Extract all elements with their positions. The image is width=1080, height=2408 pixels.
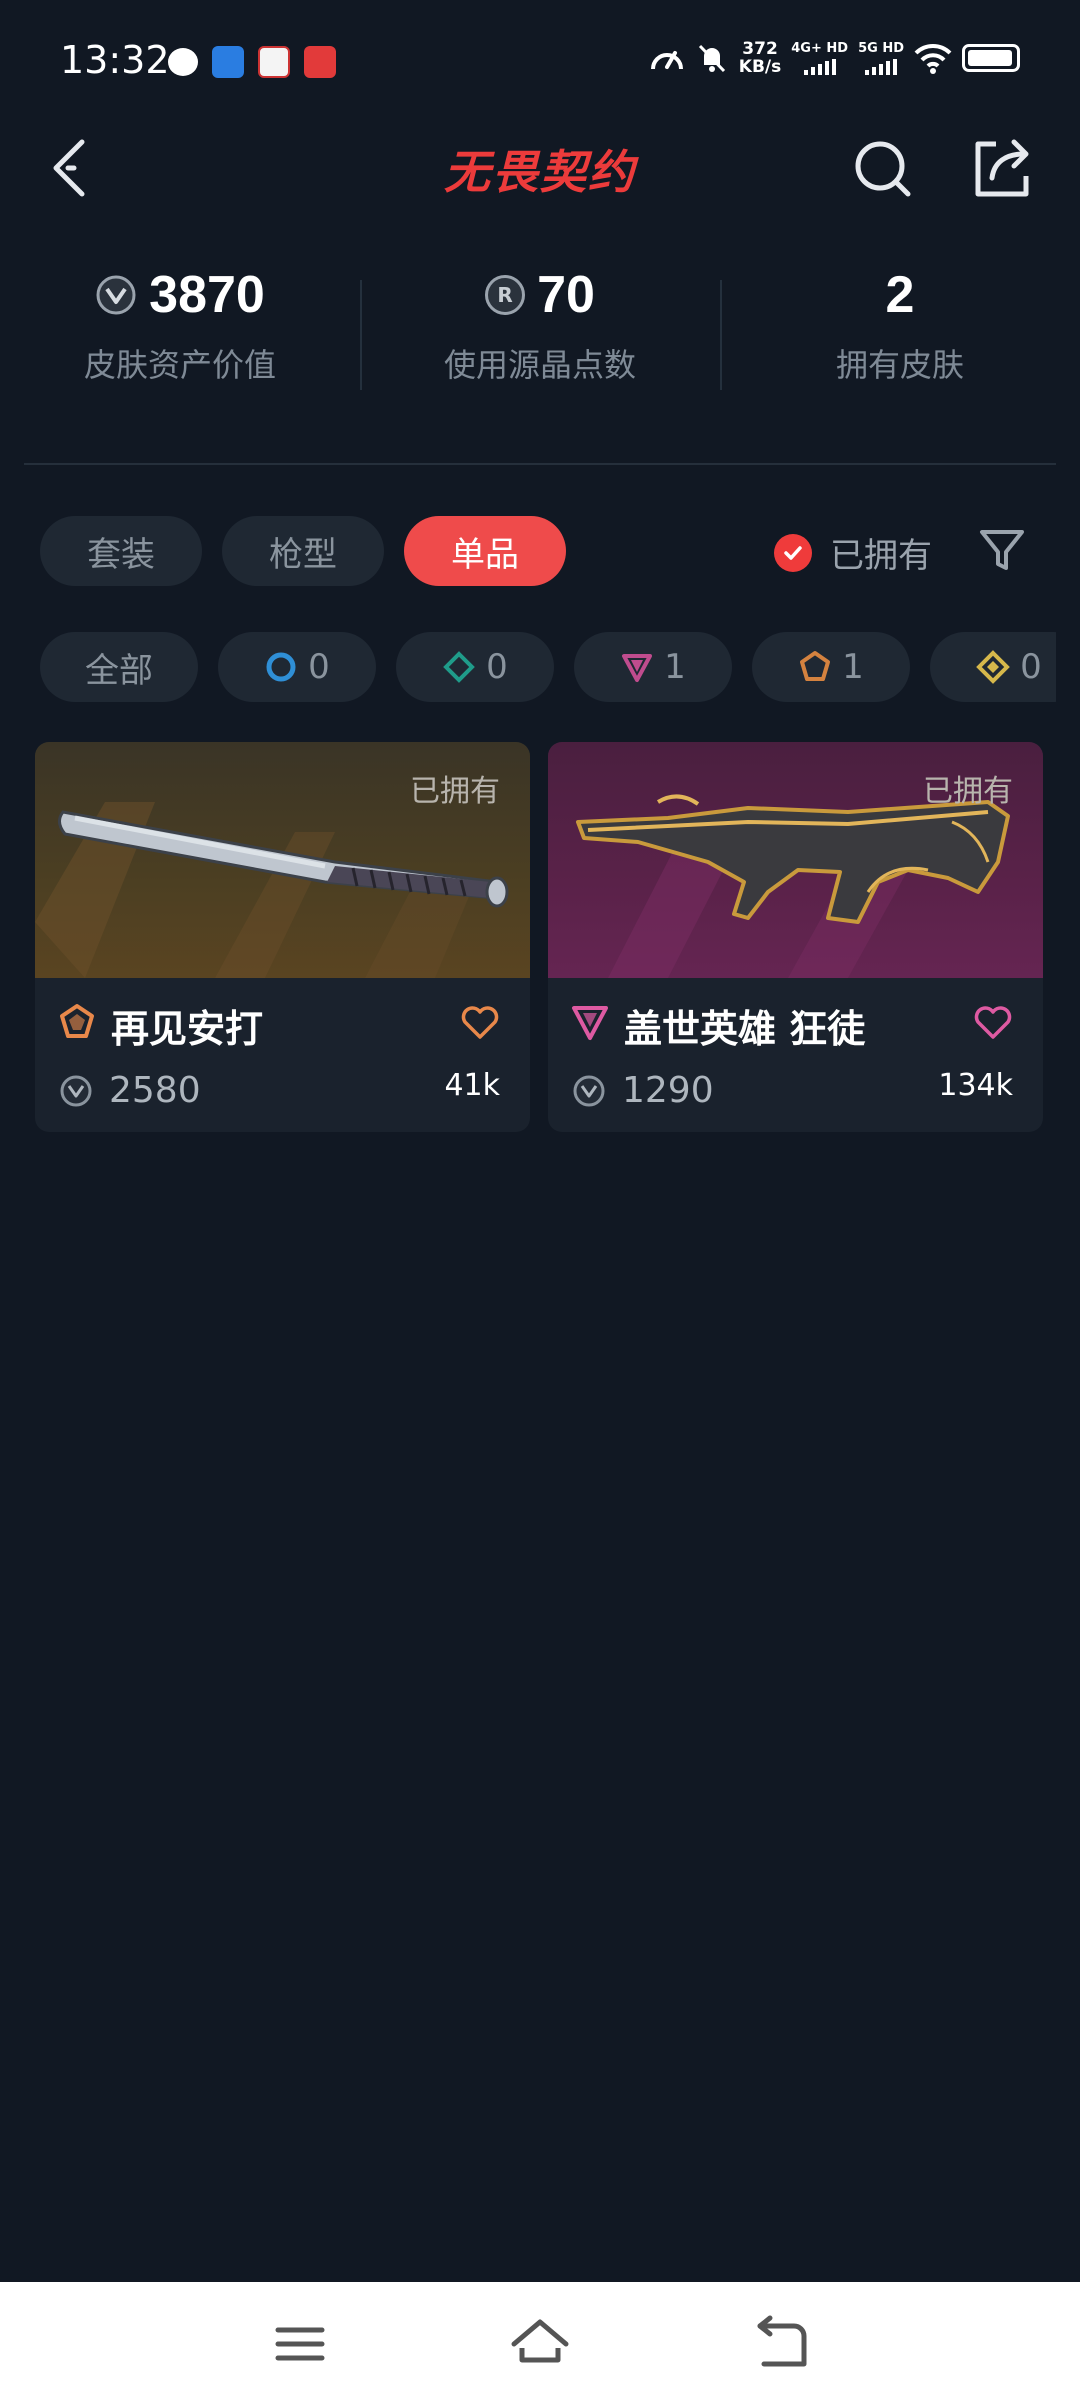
rarity-chip-count: 1 [842, 647, 864, 687]
status-time: 13:32 [60, 38, 170, 82]
asset-stats: 3870 皮肤资产价值 R 70 使用源晶点数 2 拥有皮肤 [0, 260, 1080, 420]
radianite-icon: R [485, 275, 526, 315]
rarity-chip-count: 0 [1020, 647, 1042, 687]
net-speed-unit: KB/s [738, 57, 782, 77]
home-icon[interactable] [508, 2312, 572, 2376]
like-count: 134k [938, 1068, 1013, 1103]
stat-asset-value: 3870 皮肤资产价值 [0, 260, 360, 420]
signal-4g: 4G+ HD [791, 41, 848, 75]
price-row: 2580 [59, 1070, 201, 1111]
signal-bars-icon [865, 59, 898, 75]
back-nav-icon[interactable] [748, 2312, 812, 2376]
skin-card[interactable]: 已拥有 再见安打 2580 41k [35, 742, 530, 1132]
battery-icon [962, 44, 1020, 72]
vp-coin-icon [573, 1075, 605, 1106]
menu-icon[interactable] [268, 2312, 332, 2376]
network-speed: 372 KB/s [739, 40, 781, 76]
rarity-chip-exclusive[interactable]: 1 [752, 632, 910, 702]
signal-5g-label: 5G HD [858, 41, 904, 56]
exclusive-edition-icon [800, 651, 831, 681]
app-title: 无畏契约 [444, 145, 636, 199]
exclusive-edition-icon [60, 1004, 94, 1038]
skin-info: 盖世英雄 狂徒 1290 134k [548, 978, 1043, 1132]
rarity-chip-count: 1 [664, 647, 686, 687]
check-icon [774, 533, 812, 572]
rarity-chip-deluxe[interactable]: 0 [396, 632, 554, 702]
net-speed-value: 372 [742, 39, 778, 59]
rarity-chip-label: 全部 [85, 650, 153, 691]
signal-5g: 5G HD [858, 41, 904, 75]
status-indicators: 372 KB/s 4G+ HD 5G HD [649, 40, 1020, 76]
owned-toggle[interactable]: 已拥有 [774, 528, 932, 577]
status-bar: 13:32 372 KB/s 4G+ HD 5G HD [0, 0, 1080, 120]
signal-4g-label: 4G+ HD [791, 41, 849, 56]
system-nav-bar [0, 2282, 1080, 2408]
owned-skins-count: 2 [885, 266, 915, 324]
owned-tag: 已拥有 [923, 774, 1013, 809]
radianite-value: 70 [537, 266, 595, 324]
skin-image: 已拥有 [548, 742, 1043, 978]
game-notification-icon [304, 46, 336, 78]
rarity-filter-row[interactable]: 全部 0 0 1 1 0 [40, 632, 1056, 702]
skin-name: 盖世英雄 狂徒 [624, 1007, 866, 1051]
rarity-chip-all[interactable]: 全部 [40, 632, 198, 702]
rarity-chip-select[interactable]: 0 [218, 632, 376, 702]
app-header: 无畏契约 [0, 120, 1080, 220]
tab-weapon-type[interactable]: 枪型 [222, 516, 384, 586]
share-icon[interactable] [966, 132, 1038, 204]
ultra-edition-icon [976, 650, 1011, 684]
like-count: 41k [444, 1068, 500, 1103]
skin-image: 已拥有 [35, 742, 530, 978]
asset-value: 3870 [149, 266, 265, 324]
divider [24, 463, 1056, 465]
tab-bundle[interactable]: 套装 [40, 516, 202, 586]
rarity-chip-premium[interactable]: 1 [574, 632, 732, 702]
chat-notification-icon [168, 48, 198, 76]
category-tabs: 套装 枪型 单品 [40, 516, 566, 586]
deluxe-edition-icon [443, 651, 476, 683]
stat-radianite: R 70 使用源晶点数 [360, 260, 720, 420]
owned-tag: 已拥有 [410, 774, 500, 809]
filter-icon[interactable] [976, 524, 1028, 576]
search-icon[interactable] [848, 134, 918, 204]
rarity-chip-count: 0 [308, 647, 330, 687]
wifi-icon [914, 43, 952, 74]
owned-toggle-label: 已拥有 [830, 536, 932, 576]
speedometer-icon [650, 51, 683, 70]
select-edition-icon [266, 652, 296, 682]
radianite-label: 使用源晶点数 [443, 346, 636, 384]
rarity-chip-ultra[interactable]: 0 [930, 632, 1056, 702]
skin-card[interactable]: 已拥有 盖世英雄 狂徒 1290 134k [548, 742, 1043, 1132]
mute-bell-icon [698, 44, 725, 73]
skin-price: 2580 [109, 1070, 201, 1111]
signal-bars-icon [803, 59, 836, 75]
premium-edition-icon [572, 1006, 608, 1040]
app-notification-icon [212, 46, 244, 78]
skin-name: 再见安打 [111, 1007, 264, 1051]
skin-info: 再见安打 2580 41k [35, 978, 530, 1132]
premium-edition-icon [622, 654, 653, 682]
heart-icon[interactable] [460, 1004, 500, 1040]
owned-skins-label: 拥有皮肤 [835, 346, 964, 384]
tab-single-item[interactable]: 单品 [404, 516, 566, 586]
notification-icons [168, 46, 336, 78]
rarity-chip-count: 0 [486, 647, 508, 687]
skin-price: 1290 [622, 1070, 714, 1111]
skin-inventory-screen: 13:32 372 KB/s 4G+ HD 5G HD 无畏契约 3870 皮肤… [0, 0, 1080, 2408]
asset-value-label: 皮肤资产价值 [83, 346, 276, 384]
game-notification-icon [258, 46, 290, 78]
price-row: 1290 [572, 1070, 714, 1111]
vp-coin-icon [60, 1075, 92, 1106]
vp-coin-icon [96, 275, 136, 315]
heart-icon[interactable] [973, 1004, 1013, 1040]
stat-owned-skins: 2 拥有皮肤 [720, 260, 1080, 420]
skin-grid: 已拥有 再见安打 2580 41k 已拥有 盖世英雄 狂徒 1290 134k [35, 742, 1043, 1132]
